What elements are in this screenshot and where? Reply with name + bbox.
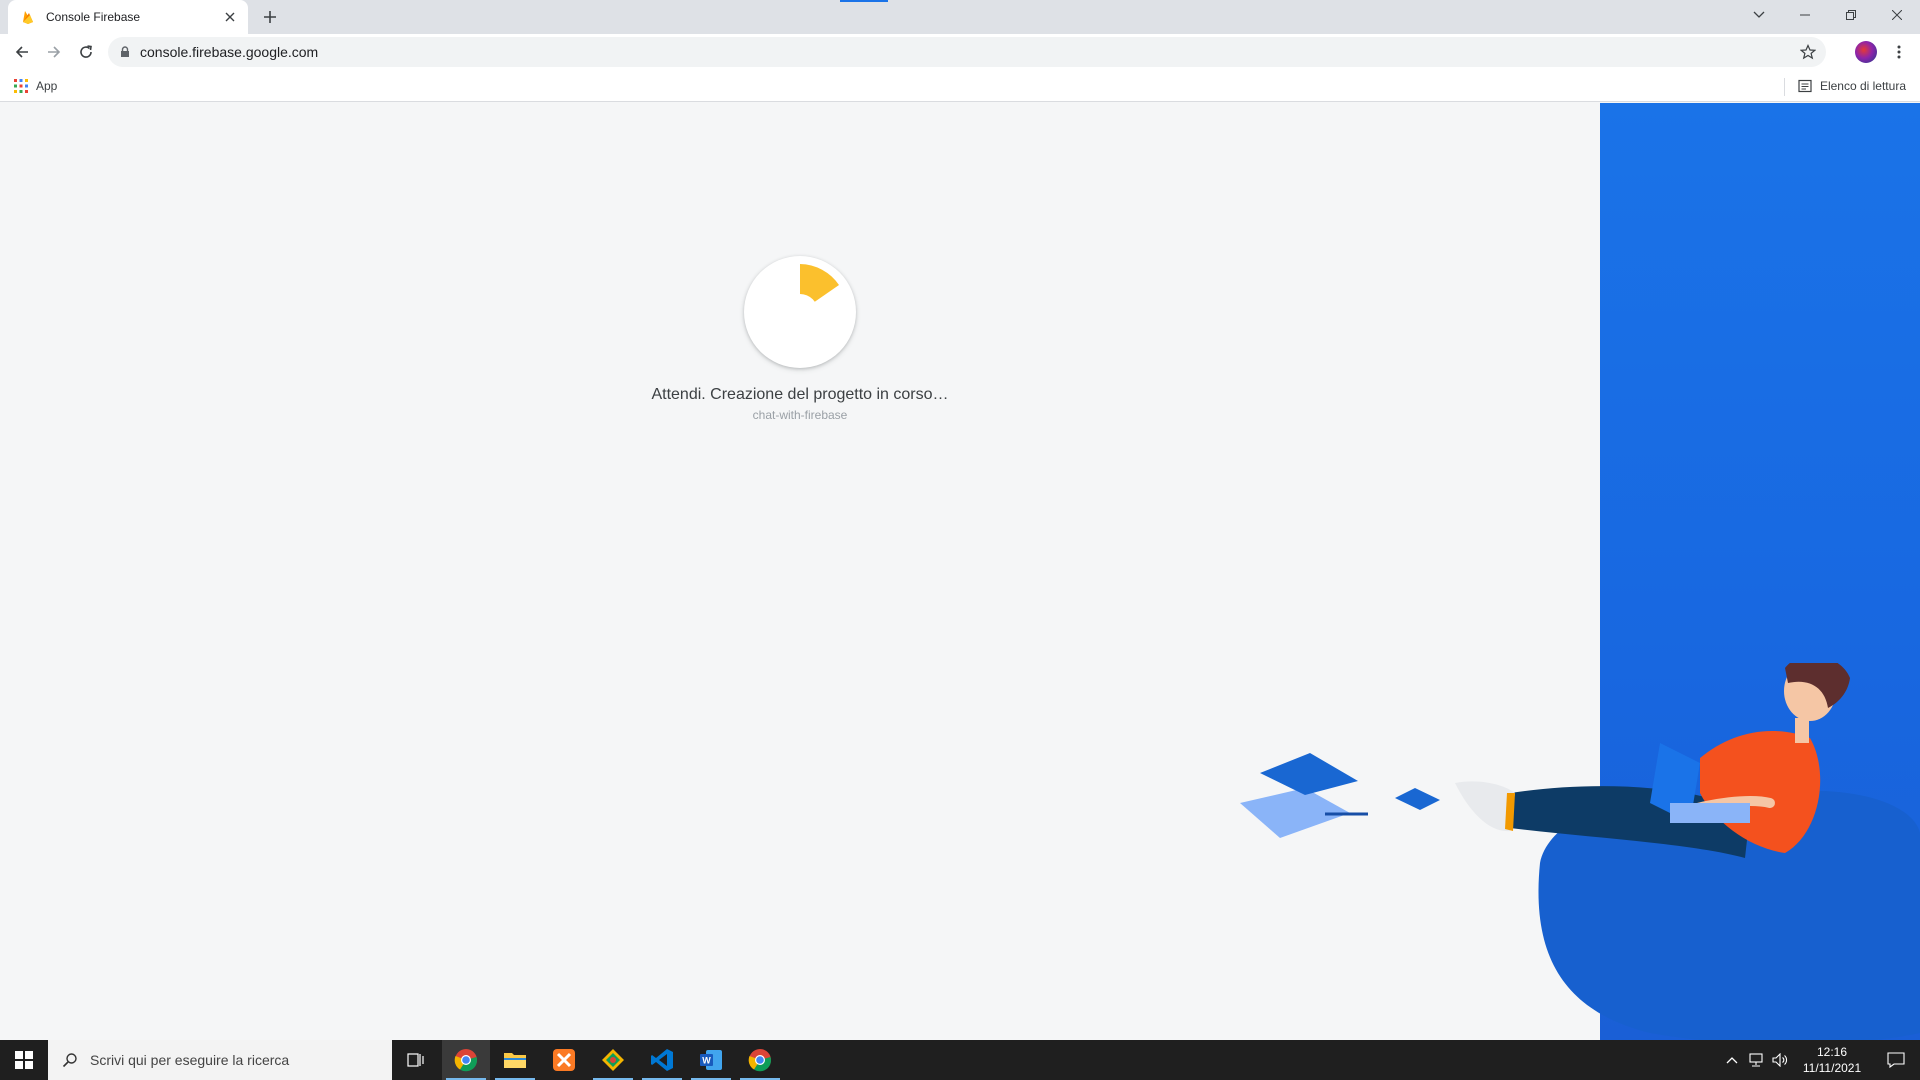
lock-icon <box>121 46 129 57</box>
back-arrow-icon <box>15 46 28 58</box>
taskbar-git[interactable] <box>589 1040 637 1080</box>
taskbar-clock[interactable]: 12:16 11/11/2021 <box>1792 1044 1872 1076</box>
chrome-icon <box>454 1049 478 1072</box>
apps-label: App <box>36 79 58 93</box>
notifications-icon[interactable] <box>1872 1040 1920 1080</box>
project-name: chat-with-firebase <box>752 408 848 422</box>
new-tab-button[interactable] <box>258 6 282 28</box>
search-icon <box>62 1053 77 1068</box>
firebase-icon <box>23 11 33 24</box>
close-tab-icon[interactable] <box>222 9 238 25</box>
taskbar-vscode[interactable] <box>638 1040 686 1080</box>
browser-menu-icon[interactable] <box>1888 40 1910 64</box>
task-view-button[interactable] <box>392 1040 440 1080</box>
loading-indicator <box>840 0 888 2</box>
browser-toolbar: console.firebase.google.com <box>0 34 1920 70</box>
reload-icon <box>80 45 92 58</box>
taskbar-chrome[interactable] <box>442 1040 490 1080</box>
spinner-progress-icon <box>782 264 839 330</box>
start-button[interactable] <box>0 1040 48 1080</box>
apps-grid-icon <box>14 79 28 93</box>
project-creation-spinner <box>744 256 856 368</box>
apps-shortcut[interactable]: App <box>14 76 57 96</box>
clock-date: 11/11/2021 <box>1802 1061 1862 1075</box>
bookmarks-divider <box>1784 78 1785 96</box>
back-button[interactable] <box>8 38 36 66</box>
word-icon: W <box>700 1050 722 1070</box>
folder-icon <box>504 1053 526 1068</box>
taskbar-chrome-2[interactable] <box>736 1040 784 1080</box>
taskbar-file-explorer[interactable] <box>491 1040 539 1080</box>
vscode-icon <box>651 1049 673 1071</box>
tab-title: Console Firebase <box>46 10 141 24</box>
forward-button[interactable] <box>40 38 68 66</box>
chrome-icon <box>748 1049 772 1072</box>
xampp-icon <box>553 1049 575 1071</box>
bookmarks-bar: App Elenco di lettura <box>0 70 1920 102</box>
reading-list-button[interactable]: Elenco di lettura <box>1798 76 1906 96</box>
minimize-icon[interactable] <box>1782 0 1828 30</box>
firebase-page: Attendi. Creazione del progetto in corso… <box>0 103 1920 1040</box>
status-message: Attendi. Creazione del progetto in corso… <box>651 386 949 403</box>
person-with-laptop-illustration <box>1240 663 1920 1040</box>
close-window-icon[interactable] <box>1874 0 1920 30</box>
tab-strip: Console Firebase <box>0 0 1920 34</box>
reload-button[interactable] <box>72 38 100 66</box>
restore-icon[interactable] <box>1828 0 1874 30</box>
taskbar-word[interactable]: W <box>687 1040 735 1080</box>
show-hidden-icons-icon[interactable] <box>1720 1040 1744 1080</box>
address-bar[interactable]: console.firebase.google.com <box>108 37 1826 67</box>
windows-logo-icon <box>15 1051 33 1069</box>
reading-list-label: Elenco di lettura <box>1819 79 1906 93</box>
taskbar-xampp[interactable] <box>540 1040 588 1080</box>
windows-taskbar: Scrivi qui per eseguire la ricerca W 12:… <box>0 1040 1920 1080</box>
reading-list-icon <box>1798 79 1812 93</box>
window-controls <box>1736 0 1920 30</box>
git-diamond-icon <box>602 1049 624 1071</box>
forward-arrow-icon <box>48 46 61 58</box>
volume-icon[interactable] <box>1768 1040 1792 1080</box>
profile-avatar[interactable] <box>1855 41 1877 63</box>
url-text: console.firebase.google.com <box>140 44 319 60</box>
system-tray: 12:16 11/11/2021 <box>1720 1040 1920 1080</box>
tab-search-icon[interactable] <box>1736 0 1782 30</box>
task-view-icon <box>407 1053 424 1067</box>
bookmark-star-icon[interactable] <box>1800 44 1816 60</box>
network-icon[interactable] <box>1744 1040 1768 1080</box>
browser-tab[interactable]: Console Firebase <box>8 0 248 34</box>
taskbar-search[interactable]: Scrivi qui per eseguire la ricerca <box>48 1040 392 1080</box>
svg-text:W: W <box>702 1056 711 1066</box>
clock-time: 12:16 <box>1816 1045 1848 1059</box>
search-placeholder: Scrivi qui per eseguire la ricerca <box>90 1052 290 1068</box>
